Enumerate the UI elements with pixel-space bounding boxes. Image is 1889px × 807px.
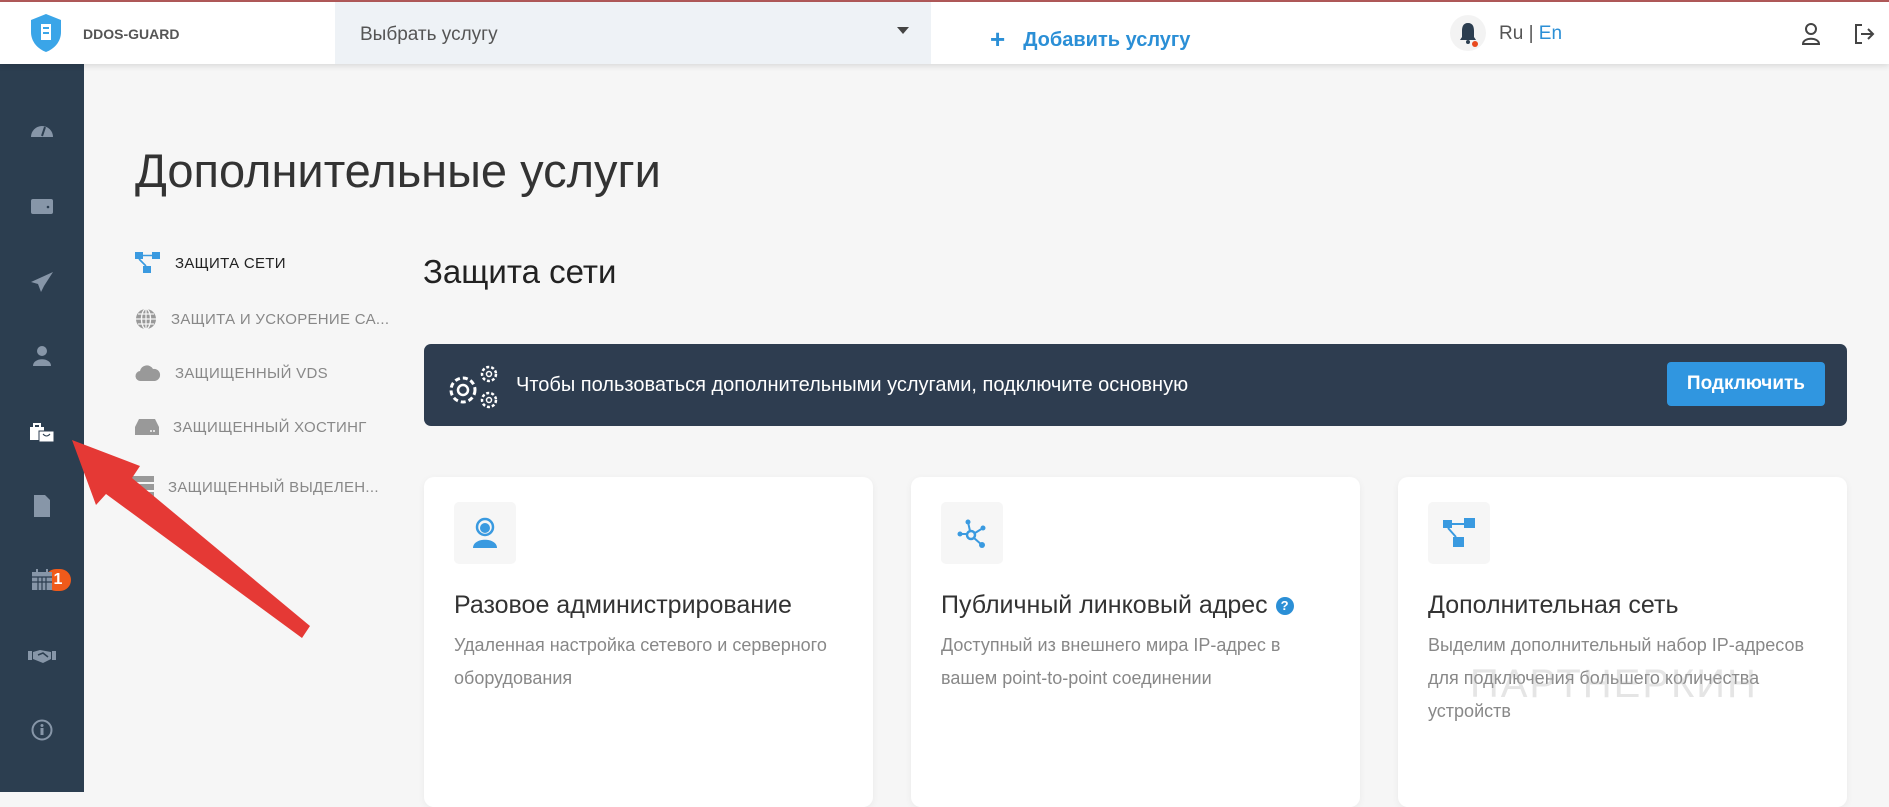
gears-icon (449, 365, 498, 409)
cloud-icon (135, 365, 161, 382)
icon-box (1428, 502, 1490, 564)
language-switch: Ru | En (1499, 23, 1562, 45)
card-description: Доступный из внешнего мира IP-адрес в ва… (941, 635, 1281, 688)
hub-nodes-icon (957, 519, 986, 548)
connect-banner: Чтобы пользоваться дополнительными услуг… (424, 344, 1847, 426)
handshake-icon (28, 650, 56, 663)
connect-button[interactable]: Подключить (1666, 362, 1825, 406)
network-icon (1443, 518, 1475, 547)
user-icon (33, 346, 51, 366)
sidebar-item-services[interactable] (28, 418, 56, 446)
submenu-label: Защищенный выделен... (168, 478, 379, 496)
add-service-button[interactable]: + Добавить услугу (990, 22, 1191, 54)
submenu-label: Защищенный VDS (175, 364, 328, 382)
service-card-additional-network[interactable]: Дополнительная сеть Выделим дополнительн… (1398, 477, 1847, 807)
notifications-button[interactable] (1450, 15, 1486, 51)
submenu-item-network-protection[interactable]: Защита сети (135, 252, 286, 274)
sidebar-item-dashboard[interactable] (28, 116, 56, 144)
plus-icon: + (990, 24, 1006, 54)
card-title: Дополнительная сеть (1428, 591, 1679, 619)
brand-name: DDOS-GUARD (83, 26, 180, 42)
sidebar: 1 (0, 64, 84, 792)
sidebar-item-wallet[interactable] (28, 192, 56, 220)
lang-ru[interactable]: Ru (1499, 23, 1523, 44)
logout-icon[interactable] (1852, 22, 1876, 46)
user-icon[interactable] (1800, 22, 1822, 46)
submenu-item-vds[interactable]: Защищенный VDS (135, 364, 328, 382)
wallet-icon (31, 199, 53, 214)
header: DDOS-GUARD Выбрать услугу + Добавить услу… (0, 2, 1889, 64)
chevron-down-icon (897, 27, 909, 34)
submenu-label: Защита и ускорение са... (171, 310, 390, 328)
icon-box (454, 502, 516, 564)
submenu-item-site-protection[interactable]: Защита и ускорение са... (135, 308, 389, 330)
section-title: Защита сети (423, 253, 617, 290)
server-icon (132, 476, 154, 498)
sidebar-item-info[interactable] (28, 716, 56, 744)
network-icon (135, 252, 160, 273)
bell-icon (1460, 23, 1478, 47)
help-icon[interactable]: ? (1275, 597, 1294, 615)
service-card-public-link-address[interactable]: Публичный линковый адрес? Доступный из в… (911, 477, 1360, 807)
service-select-value: Выбрать услугу (360, 24, 498, 45)
lang-en[interactable]: En (1539, 23, 1562, 44)
sidebar-item-send[interactable] (28, 268, 56, 296)
icon-box (941, 502, 1003, 564)
sidebar-item-calendar[interactable] (28, 566, 56, 594)
card-description: Удаленная настройка сетевого и серверног… (454, 635, 827, 688)
shopping-bag-icon (30, 423, 55, 443)
submenu-item-hosting[interactable]: Защищенный хостинг (135, 418, 367, 436)
banner-text: Чтобы пользоваться дополнительными услуг… (516, 374, 1189, 396)
card-title: Разовое администрирование (454, 591, 792, 619)
info-icon (31, 719, 53, 741)
watermark: ПАРТНЕРКИН (1470, 662, 1758, 706)
support-agent-icon (473, 517, 497, 548)
lang-separator: | (1528, 23, 1534, 44)
ddos-guard-logo-icon[interactable] (28, 12, 64, 54)
globe-icon (136, 308, 156, 330)
submenu-label: Защита сети (175, 254, 286, 272)
document-icon (34, 495, 50, 517)
sidebar-item-profile[interactable] (28, 342, 56, 370)
service-card-admin[interactable]: Разовое администрирование Удаленная наст… (424, 477, 873, 807)
calendar-icon (32, 569, 52, 590)
paper-plane-icon (31, 272, 53, 292)
page-title: Дополнительные услуги (135, 144, 661, 197)
card-title: Публичный линковый адрес? (941, 591, 1294, 620)
sidebar-item-documents[interactable] (28, 492, 56, 520)
submenu-item-dedicated[interactable]: Защищенный выделен... (132, 476, 379, 498)
submenu-label: Защищенный хостинг (173, 418, 367, 436)
card-title-text: Публичный линковый адрес (941, 591, 1268, 619)
add-service-label: Добавить услугу (1023, 29, 1191, 51)
hdd-icon (135, 419, 159, 435)
service-select[interactable]: Выбрать услугу (335, 2, 931, 64)
sidebar-item-partners[interactable] (28, 642, 56, 670)
speedometer-icon (31, 126, 53, 137)
